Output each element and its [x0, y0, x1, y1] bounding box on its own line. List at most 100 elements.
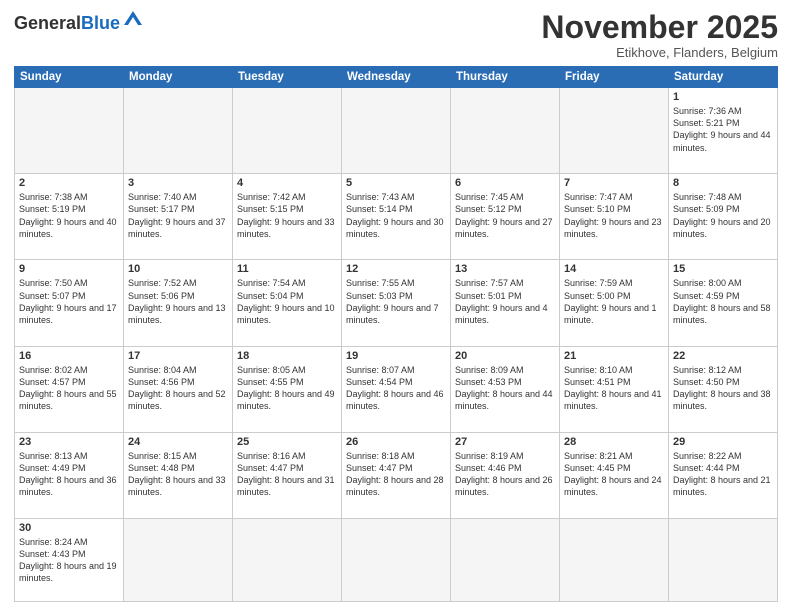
logo-icon	[122, 9, 144, 32]
day-info-28: Sunrise: 8:21 AM Sunset: 4:45 PM Dayligh…	[564, 450, 664, 499]
cell-2-2: 11 Sunrise: 7:54 AM Sunset: 5:04 PM Dayli…	[233, 260, 342, 346]
cell-1-3: 5 Sunrise: 7:43 AM Sunset: 5:14 PM Daylig…	[342, 174, 451, 260]
cell-1-2: 4 Sunrise: 7:42 AM Sunset: 5:15 PM Daylig…	[233, 174, 342, 260]
day-number-11: 11	[237, 263, 337, 275]
day-info-2: Sunrise: 7:38 AM Sunset: 5:19 PM Dayligh…	[19, 191, 119, 240]
day-number-23: 23	[19, 436, 119, 448]
weekday-header-row: Sunday Monday Tuesday Wednesday Thursday…	[15, 67, 778, 88]
day-number-1: 1	[673, 91, 773, 103]
cell-4-3: 26 Sunrise: 8:18 AM Sunset: 4:47 PM Dayli…	[342, 432, 451, 518]
day-info-4: Sunrise: 7:42 AM Sunset: 5:15 PM Dayligh…	[237, 191, 337, 240]
day-info-8: Sunrise: 7:48 AM Sunset: 5:09 PM Dayligh…	[673, 191, 773, 240]
header-saturday: Saturday	[669, 67, 778, 88]
cell-5-0: 30 Sunrise: 8:24 AM Sunset: 4:43 PM Dayli…	[15, 518, 124, 601]
day-number-8: 8	[673, 177, 773, 189]
cell-2-4: 13Sunrise: 7:57 AM Sunset: 5:01 PM Dayli…	[451, 260, 560, 346]
cell-2-5: 14 Sunrise: 7:59 AM Sunset: 5:00 PM Dayli…	[560, 260, 669, 346]
cell-0-0	[15, 88, 124, 174]
cell-0-4	[451, 88, 560, 174]
cell-4-2: 25Sunrise: 8:16 AM Sunset: 4:47 PM Dayli…	[233, 432, 342, 518]
calendar-title: November 2025	[541, 10, 778, 45]
week-row-5: 30 Sunrise: 8:24 AM Sunset: 4:43 PM Dayli…	[15, 518, 778, 601]
logo-text-blue: Blue	[81, 14, 120, 32]
cell-3-0: 16 Sunrise: 8:02 AM Sunset: 4:57 PM Dayli…	[15, 346, 124, 432]
day-info-30: Sunrise: 8:24 AM Sunset: 4:43 PM Dayligh…	[19, 536, 119, 585]
cell-4-5: 28 Sunrise: 8:21 AM Sunset: 4:45 PM Dayli…	[560, 432, 669, 518]
cell-0-1	[124, 88, 233, 174]
cell-5-5	[560, 518, 669, 601]
day-info-24: Sunrise: 8:15 AM Sunset: 4:48 PM Dayligh…	[128, 450, 228, 499]
logo-text-general: General	[14, 14, 81, 32]
cell-0-3	[342, 88, 451, 174]
cell-3-4: 20Sunrise: 8:09 AM Sunset: 4:53 PM Dayli…	[451, 346, 560, 432]
cell-2-0: 9 Sunrise: 7:50 AM Sunset: 5:07 PM Daylig…	[15, 260, 124, 346]
day-number-5: 5	[346, 177, 446, 189]
header-tuesday: Tuesday	[233, 67, 342, 88]
title-block: November 2025 Etikhove, Flanders, Belgiu…	[541, 10, 778, 60]
day-number-22: 22	[673, 350, 773, 362]
week-row-2: 9 Sunrise: 7:50 AM Sunset: 5:07 PM Daylig…	[15, 260, 778, 346]
day-number-14: 14	[564, 263, 664, 275]
week-row-3: 16 Sunrise: 8:02 AM Sunset: 4:57 PM Dayli…	[15, 346, 778, 432]
page: General Blue November 2025 Etikhove, Fla…	[0, 0, 792, 612]
day-info-23: Sunrise: 8:13 AM Sunset: 4:49 PM Dayligh…	[19, 450, 119, 499]
day-info-17: Sunrise: 8:04 AM Sunset: 4:56 PM Dayligh…	[128, 364, 228, 413]
day-number-17: 17	[128, 350, 228, 362]
calendar-subtitle: Etikhove, Flanders, Belgium	[541, 45, 778, 60]
day-info-10: Sunrise: 7:52 AM Sunset: 5:06 PM Dayligh…	[128, 277, 228, 326]
week-row-1: 2 Sunrise: 7:38 AM Sunset: 5:19 PM Daylig…	[15, 174, 778, 260]
cell-0-5	[560, 88, 669, 174]
day-info-27: Sunrise: 8:19 AM Sunset: 4:46 PM Dayligh…	[455, 450, 555, 499]
day-number-16: 16	[19, 350, 119, 362]
cell-2-3: 12Sunrise: 7:55 AM Sunset: 5:03 PM Dayli…	[342, 260, 451, 346]
day-number-12: 12	[346, 263, 446, 275]
day-info-6: Sunrise: 7:45 AM Sunset: 5:12 PM Dayligh…	[455, 191, 555, 240]
cell-4-6: 29 Sunrise: 8:22 AM Sunset: 4:44 PM Dayli…	[669, 432, 778, 518]
header-sunday: Sunday	[15, 67, 124, 88]
logo: General Blue	[14, 14, 144, 32]
day-number-21: 21	[564, 350, 664, 362]
cell-0-2	[233, 88, 342, 174]
day-info-15: Sunrise: 8:00 AM Sunset: 4:59 PM Dayligh…	[673, 277, 773, 326]
header: General Blue November 2025 Etikhove, Fla…	[14, 10, 778, 60]
day-number-20: 20	[455, 350, 555, 362]
day-info-11: Sunrise: 7:54 AM Sunset: 5:04 PM Dayligh…	[237, 277, 337, 326]
day-number-28: 28	[564, 436, 664, 448]
day-info-5: Sunrise: 7:43 AM Sunset: 5:14 PM Dayligh…	[346, 191, 446, 240]
day-number-27: 27	[455, 436, 555, 448]
day-number-6: 6	[455, 177, 555, 189]
cell-3-5: 21Sunrise: 8:10 AM Sunset: 4:51 PM Dayli…	[560, 346, 669, 432]
header-monday: Monday	[124, 67, 233, 88]
day-info-22: Sunrise: 8:12 AM Sunset: 4:50 PM Dayligh…	[673, 364, 773, 413]
day-number-24: 24	[128, 436, 228, 448]
day-number-4: 4	[237, 177, 337, 189]
day-number-26: 26	[346, 436, 446, 448]
day-number-3: 3	[128, 177, 228, 189]
day-info-16: Sunrise: 8:02 AM Sunset: 4:57 PM Dayligh…	[19, 364, 119, 413]
cell-1-6: 8 Sunrise: 7:48 AM Sunset: 5:09 PM Daylig…	[669, 174, 778, 260]
cell-5-4	[451, 518, 560, 601]
day-info-18: Sunrise: 8:05 AM Sunset: 4:55 PM Dayligh…	[237, 364, 337, 413]
cell-5-3	[342, 518, 451, 601]
day-info-29: Sunrise: 8:22 AM Sunset: 4:44 PM Dayligh…	[673, 450, 773, 499]
day-number-13: 13	[455, 263, 555, 275]
day-number-30: 30	[19, 522, 119, 534]
cell-3-2: 18Sunrise: 8:05 AM Sunset: 4:55 PM Dayli…	[233, 346, 342, 432]
cell-2-6: 15Sunrise: 8:00 AM Sunset: 4:59 PM Dayli…	[669, 260, 778, 346]
day-number-29: 29	[673, 436, 773, 448]
day-info-26: Sunrise: 8:18 AM Sunset: 4:47 PM Dayligh…	[346, 450, 446, 499]
cell-1-4: 6 Sunrise: 7:45 AM Sunset: 5:12 PM Daylig…	[451, 174, 560, 260]
day-number-7: 7	[564, 177, 664, 189]
day-info-9: Sunrise: 7:50 AM Sunset: 5:07 PM Dayligh…	[19, 277, 119, 326]
day-number-25: 25	[237, 436, 337, 448]
day-number-10: 10	[128, 263, 228, 275]
cell-5-6	[669, 518, 778, 601]
day-number-19: 19	[346, 350, 446, 362]
day-number-2: 2	[19, 177, 119, 189]
cell-1-5: 7Sunrise: 7:47 AM Sunset: 5:10 PM Daylig…	[560, 174, 669, 260]
day-info-14: Sunrise: 7:59 AM Sunset: 5:00 PM Dayligh…	[564, 277, 664, 326]
day-number-9: 9	[19, 263, 119, 275]
header-friday: Friday	[560, 67, 669, 88]
header-wednesday: Wednesday	[342, 67, 451, 88]
day-info-3: Sunrise: 7:40 AM Sunset: 5:17 PM Dayligh…	[128, 191, 228, 240]
